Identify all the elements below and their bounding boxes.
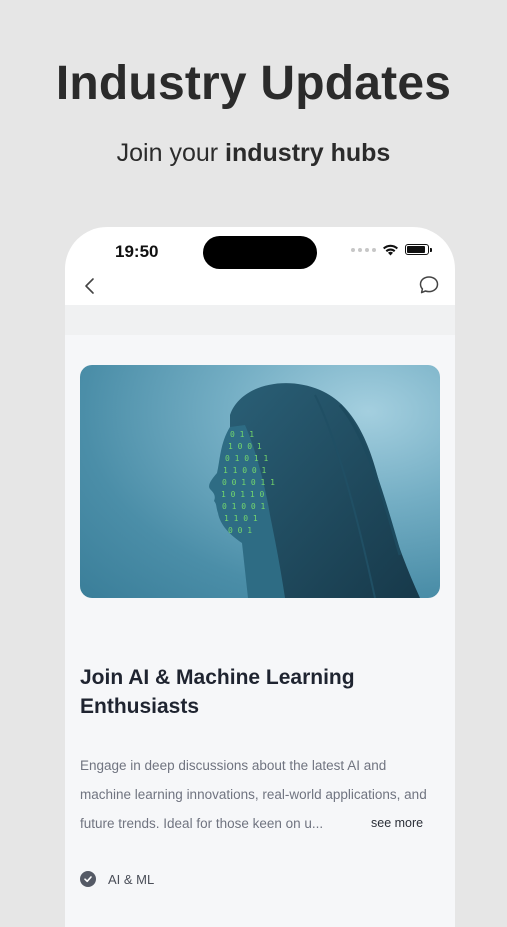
hub-title: Join AI & Machine Learning Enthusiasts — [80, 666, 355, 718]
promo-subhead: Join your industry hubs — [0, 139, 507, 168]
promo-subhead-bold: industry hubs — [225, 139, 391, 167]
promo-headline: Industry Updates — [55, 57, 452, 110]
nav-bar — [65, 267, 455, 305]
ai-face-illustration: 0 1 1 1 0 0 1 0 1 0 1 1 1 1 0 0 1 0 0 1 … — [209, 383, 420, 598]
status-time: 19:50 — [115, 242, 159, 261]
chat-bubble-icon[interactable] — [417, 273, 441, 297]
svg-text:0 1 0 0 1: 0 1 0 0 1 — [222, 502, 266, 511]
svg-text:1 1 0 0 1: 1 1 0 0 1 — [223, 466, 267, 475]
hub-detail-content: 0 1 1 1 0 0 1 0 1 0 1 1 1 1 0 0 1 0 0 1 … — [65, 335, 455, 927]
signal-dots-icon — [351, 247, 376, 252]
hub-tag-label: AI & ML — [108, 871, 155, 887]
svg-text:0 1 0 1 1: 0 1 0 1 1 — [225, 454, 269, 463]
hub-tag: AI & ML — [80, 871, 154, 887]
status-icons — [351, 243, 432, 256]
dynamic-island — [203, 236, 317, 269]
svg-text:1 1 0 1: 1 1 0 1 — [224, 514, 258, 523]
chevron-left-icon[interactable] — [81, 275, 99, 297]
svg-text:1 0 0 1: 1 0 0 1 — [228, 442, 262, 451]
svg-text:1 0 1 1 0: 1 0 1 1 0 — [221, 490, 265, 499]
promo-subhead-prefix: Join your — [116, 139, 226, 167]
svg-text:0 1 1: 0 1 1 — [230, 430, 254, 439]
hero-image: 0 1 1 1 0 0 1 0 1 0 1 1 1 1 0 0 1 0 0 1 … — [80, 365, 440, 598]
header-band — [65, 305, 455, 335]
see-more-link[interactable]: see more — [371, 809, 423, 838]
check-circle-icon — [80, 871, 96, 887]
phone-frame: 19:50 0 1 1 1 0 0 1 0 1 0 1 1 1 1 0 0 1 … — [65, 227, 455, 927]
svg-text:0 0 1: 0 0 1 — [228, 526, 252, 535]
wifi-icon — [383, 244, 398, 256]
battery-icon — [405, 244, 432, 255]
svg-text:0 0 1 0 1 1: 0 0 1 0 1 1 — [222, 478, 275, 487]
